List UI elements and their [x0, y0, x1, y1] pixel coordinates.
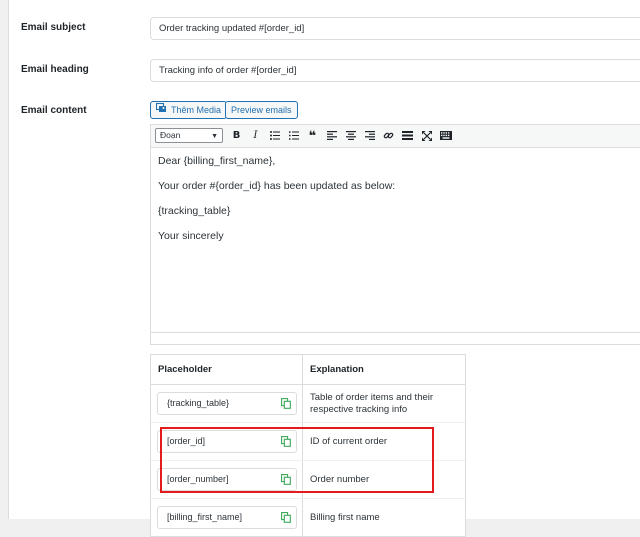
placeholder-code[interactable]: [order_number] — [157, 468, 297, 491]
editor-resize-bar[interactable] — [150, 333, 640, 345]
align-right-icon[interactable] — [362, 128, 377, 143]
read-more-icon[interactable] — [400, 128, 415, 143]
copy-icon[interactable] — [281, 474, 291, 485]
editor-line: Your sincerely — [158, 230, 224, 242]
format-select-value: Đoạn — [160, 130, 181, 140]
placeholder-table: Placeholder Explanation {tracking_table}… — [150, 354, 466, 537]
editor-line: Your order #{order_id} has been updated … — [158, 180, 396, 192]
explanation-column-header: Explanation — [310, 364, 364, 375]
table-row: [order_id] ID of current order — [151, 423, 465, 461]
email-heading-label: Email heading — [21, 64, 89, 75]
email-subject-input[interactable] — [150, 17, 640, 40]
placeholder-explanation: Billing first name — [310, 511, 380, 523]
copy-icon[interactable] — [281, 512, 291, 523]
email-heading-input[interactable] — [150, 59, 640, 82]
align-left-icon[interactable] — [324, 128, 339, 143]
editor-toolbar: Đoạn ▼ B I ❝ — [150, 124, 640, 147]
table-header: Placeholder Explanation — [151, 355, 465, 385]
placeholder-explanation: ID of current order — [310, 435, 388, 447]
blockquote-icon[interactable]: ❝ — [305, 128, 320, 143]
placeholder-code[interactable]: {tracking_table} — [157, 392, 297, 415]
align-center-icon[interactable] — [343, 128, 358, 143]
table-row: [order_number] Order number — [151, 461, 465, 499]
paragraph-format-select[interactable]: Đoạn ▼ — [155, 128, 223, 143]
bold-icon[interactable]: B — [229, 128, 244, 143]
fullscreen-icon[interactable] — [419, 128, 434, 143]
keyboard-icon[interactable] — [438, 128, 453, 143]
italic-icon[interactable]: I — [248, 128, 263, 143]
add-media-button[interactable]: Thêm Media — [150, 101, 228, 119]
email-content-editor[interactable]: Dear {billing_first_name}, Your order #{… — [150, 147, 640, 333]
editor-line: {tracking_table} — [158, 205, 231, 217]
numbered-list-icon[interactable] — [286, 128, 301, 143]
copy-icon[interactable] — [281, 398, 291, 409]
media-icon — [155, 102, 167, 118]
placeholder-explanation: Order number — [310, 473, 370, 485]
placeholder-explanation: Table of order items and their respectiv… — [310, 391, 434, 415]
table-row: [billing_first_name] Billing first name — [151, 499, 465, 536]
copy-icon[interactable] — [281, 436, 291, 447]
add-media-label: Thêm Media — [171, 105, 222, 115]
placeholder-code[interactable]: [billing_first_name] — [157, 506, 297, 529]
settings-panel: Email subject Email heading Email conten… — [8, 0, 640, 537]
email-subject-label: Email subject — [21, 22, 86, 33]
email-content-label: Email content — [21, 105, 87, 116]
placeholder-column-header: Placeholder — [151, 355, 303, 384]
placeholder-code[interactable]: [order_id] — [157, 430, 297, 453]
chevron-down-icon: ▼ — [211, 133, 218, 140]
editor-line: Dear {billing_first_name}, — [158, 155, 276, 167]
link-icon[interactable] — [381, 128, 396, 143]
preview-emails-button[interactable]: Preview emails — [225, 101, 298, 119]
table-row: {tracking_table} Table of order items an… — [151, 385, 465, 423]
bullet-list-icon[interactable] — [267, 128, 282, 143]
